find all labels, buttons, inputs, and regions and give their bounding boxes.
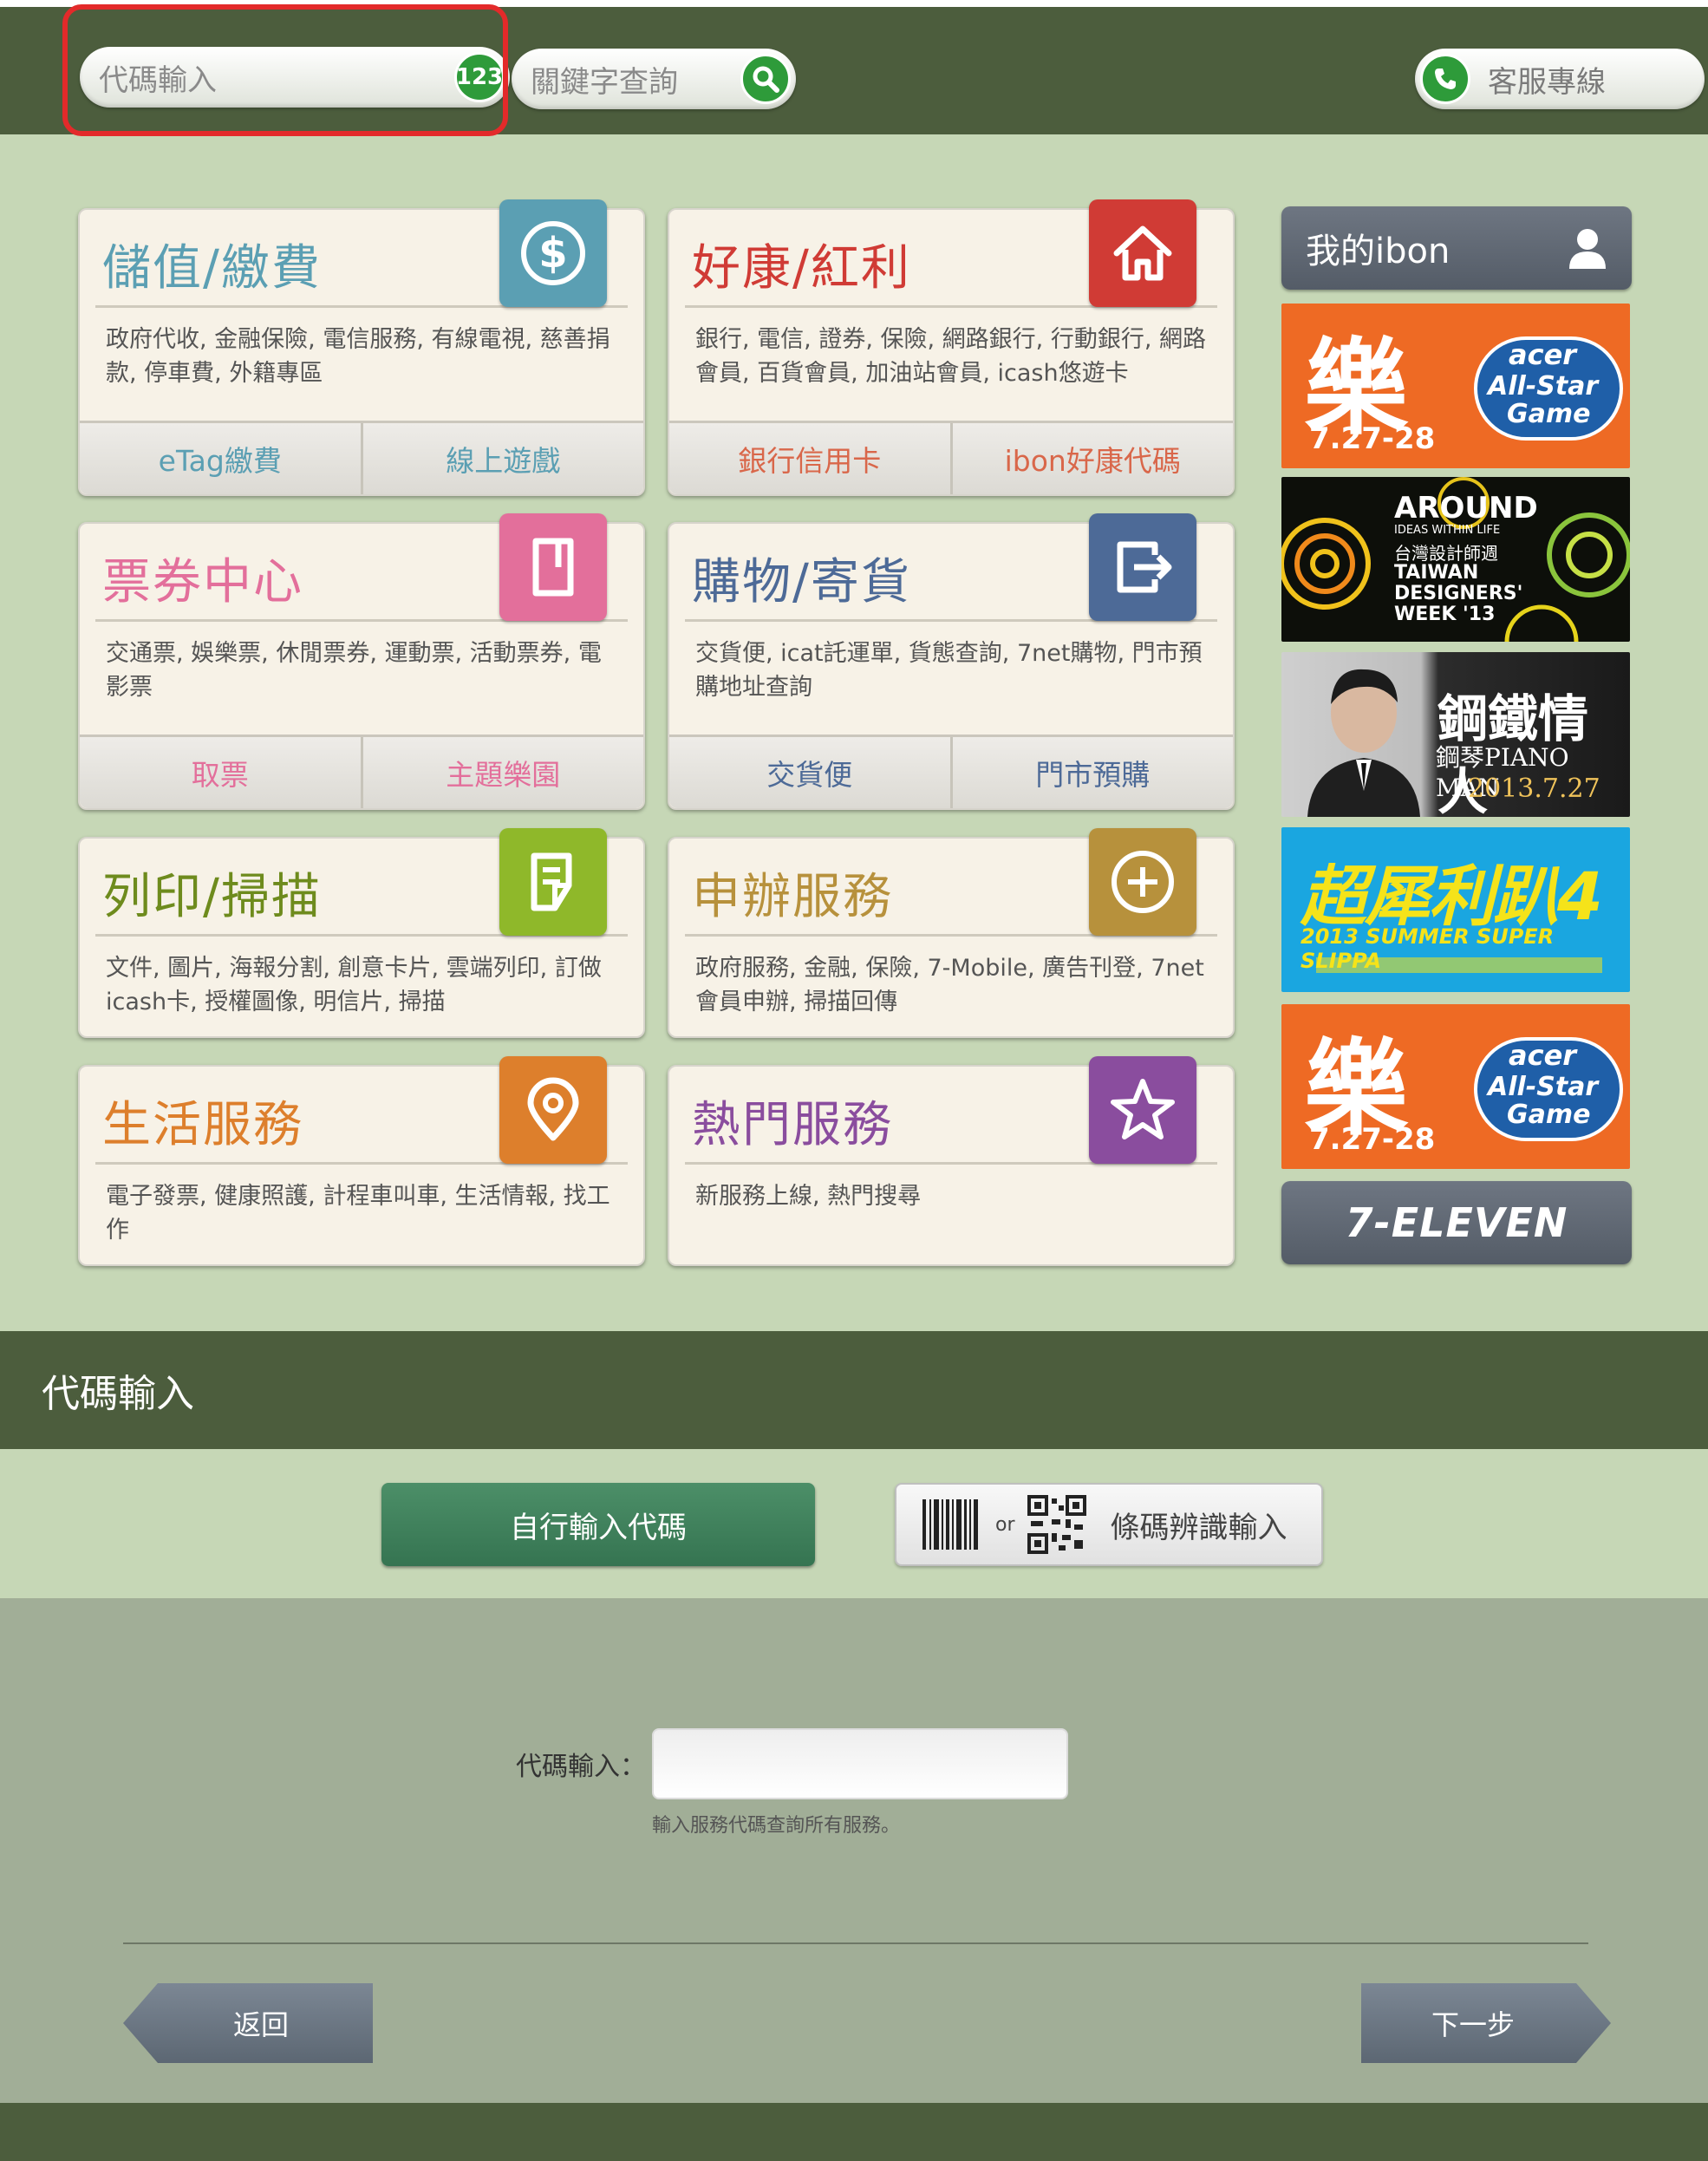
banner-allstar-game[interactable]: 樂 acer All-Star Game 7.27-28 [1281,304,1630,468]
tile-description: 交貨便, icat託運單, 貨態查詢, 7net購物, 門市預購地址查詢 [695,640,1203,701]
tile-ticket-center[interactable]: 票券中心 交通票, 娛樂票, 休閒票券, 運動票, 活動票券, 電影票 取票 主… [78,513,645,810]
keyword-search-placeholder: 關鍵字查詢 [531,64,678,100]
banner-super-slippa[interactable]: 超犀利趴4 2013 SUMMER SUPER SLIPPA [1281,827,1630,992]
bank-credit-card-button[interactable]: 銀行信用卡 [669,423,950,494]
back-button[interactable]: 返回 [123,1983,373,2063]
tile-life-services[interactable]: 生活服務 電子發票, 健康照護, 計程車叫車, 生活情報, 找工作 [78,1056,645,1266]
bottom-bar [0,2103,1708,2161]
search-icon[interactable] [740,54,791,104]
or-text: or [995,1513,1015,1536]
form-divider [123,1942,1588,1944]
hotline-label: 客服專線 [1488,64,1606,100]
banner-piano-man[interactable]: 鋼鐵情人 鋼琴PIANO MAN 2013.7.27 [1281,652,1630,817]
theme-park-button[interactable]: 主題樂園 [360,737,644,808]
banner-strip [1316,957,1602,973]
tile-title: 列印/掃描 [102,869,322,925]
brand-text: acer [1509,338,1577,371]
my-ibon-button[interactable]: 我的ibon [1281,206,1632,290]
highlight-frame [62,4,508,136]
banner-date: 7.27-28 [1309,421,1436,456]
barcode-button-label: 條碼辨識輸入 [1110,1510,1288,1545]
code-input-field[interactable] [652,1728,1068,1799]
hotline-button[interactable]: 客服專線 [1415,49,1705,109]
export-icon [1089,513,1196,621]
code-hint-text: 輸入服務代碼查詢所有服務。 [652,1815,901,1837]
banner-allstar-game-2[interactable]: 樂 acer All-Star Game 7.27-28 [1281,1004,1630,1169]
game-text: Game [1507,399,1591,429]
tile-popular-services[interactable]: 熱門服務 新服務上線, 熱門搜尋 [668,1056,1235,1266]
location-pin-icon [499,1056,607,1164]
etag-payment-button[interactable]: eTag繳費 [80,423,361,494]
seven-eleven-button[interactable]: 7-ELEVEN [1281,1181,1632,1264]
code-section-header: 代碼輸入 [0,1331,1708,1449]
banner-line4: TAIWAN [1394,562,1479,584]
allstar-text: All-Star [1488,1072,1599,1102]
tile-title: 生活服務 [102,1097,303,1153]
plus-circle-icon [1089,828,1196,936]
ticket-pickup-button[interactable]: 取票 [80,737,361,808]
tile-description: 政府服務, 金融, 保險, 7-Mobile, 廣告刊登, 7net會員申辦, … [695,955,1204,1015]
tile-application-services[interactable]: 申辦服務 政府服務, 金融, 保險, 7-Mobile, 廣告刊登, 7net會… [668,828,1235,1038]
barcode-icon [922,1499,978,1550]
tile-deals-bonus[interactable]: 好康/紅利 銀行, 電信, 證券, 保險, 網路銀行, 行動銀行, 網路會員, … [668,199,1235,496]
tile-description: 銀行, 電信, 證券, 保險, 網路銀行, 行動銀行, 網路會員, 百貨會員, … [695,326,1206,387]
document-edit-icon [499,828,607,936]
tile-title: 申辦服務 [692,869,893,925]
phone-icon [1420,54,1470,104]
tile-title: 票券中心 [102,554,303,610]
next-button[interactable]: 下一步 [1361,1983,1611,2063]
manual-code-entry-button[interactable]: 自行輸入代碼 [381,1483,815,1566]
svg-text:$: $ [538,229,567,277]
code-section-title: 代碼輸入 [42,1372,194,1416]
tile-title: 好康/紅利 [692,240,911,297]
tile-description: 文件, 圖片, 海報分割, 創意卡片, 雲端列印, 訂做icash卡, 授權圖像… [106,955,602,1015]
tile-title: 儲值/繳費 [102,240,322,297]
user-icon [1569,229,1606,269]
portrait-figure [1307,669,1420,817]
tile-description: 政府代收, 金融保險, 電信服務, 有線電視, 慈善捐款, 停車費, 外籍專區 [106,326,610,387]
input-mode-band [0,1449,1708,1598]
my-ibon-label: 我的ibon [1306,232,1450,271]
banner-date: 2013.7.27 [1468,774,1600,804]
allstar-text: All-Star [1488,371,1599,402]
game-text: Game [1507,1100,1591,1130]
banner-taiwan-designers-week[interactable]: AROUND IDEAS WITHIN LIFE 台灣設計師週 TAIWAN D… [1281,477,1630,642]
tile-title: 熱門服務 [692,1097,893,1153]
banner-date: 7.27-28 [1309,1122,1436,1157]
banner-line1: AROUND [1394,491,1538,526]
delivery-convenience-button[interactable]: 交貨便 [669,737,950,808]
tile-shopping-shipping[interactable]: 購物/寄貨 交貨便, icat託運單, 貨態查詢, 7net購物, 門市預購地址… [668,513,1235,810]
store-preorder-button[interactable]: 門市預購 [949,737,1234,808]
tile-description: 新服務上線, 熱門搜尋 [695,1183,922,1210]
qr-code-icon [1027,1495,1086,1554]
tile-topup-payment[interactable]: 儲值/繳費 政府代收, 金融保險, 電信服務, 有線電視, 慈善捐款, 停車費,… [78,199,645,496]
code-field-label: 代碼輸入： [516,1752,646,1782]
tile-description: 交通票, 娛樂票, 休閒票券, 運動票, 活動票券, 電影票 [106,640,602,701]
tile-title: 購物/寄貨 [692,554,911,610]
banner-line3: 台灣設計師週 [1394,543,1498,564]
ticket-icon [499,513,607,621]
home-icon [1089,199,1196,307]
tile-description: 電子發票, 健康照護, 計程車叫車, 生活情報, 找工作 [106,1183,610,1244]
banner-line2: IDEAS WITHIN LIFE [1394,524,1501,537]
star-icon [1089,1056,1196,1164]
banner-line6: WEEK '13 [1394,604,1496,625]
tile-print-scan[interactable]: 列印/掃描 文件, 圖片, 海報分割, 創意卡片, 雲端列印, 訂做icash卡… [78,828,645,1038]
barcode-scan-button[interactable]: or 條碼辨識輸入 [895,1483,1323,1566]
ibon-deal-code-button[interactable]: ibon好康代碼 [949,423,1234,494]
keyword-search-pill[interactable]: 關鍵字查詢 [512,49,796,109]
banner-line5: DESIGNERS' [1394,583,1523,604]
dollar-icon: $ [499,199,607,307]
brand-text: acer [1509,1039,1577,1072]
online-games-button[interactable]: 線上遊戲 [360,423,644,494]
